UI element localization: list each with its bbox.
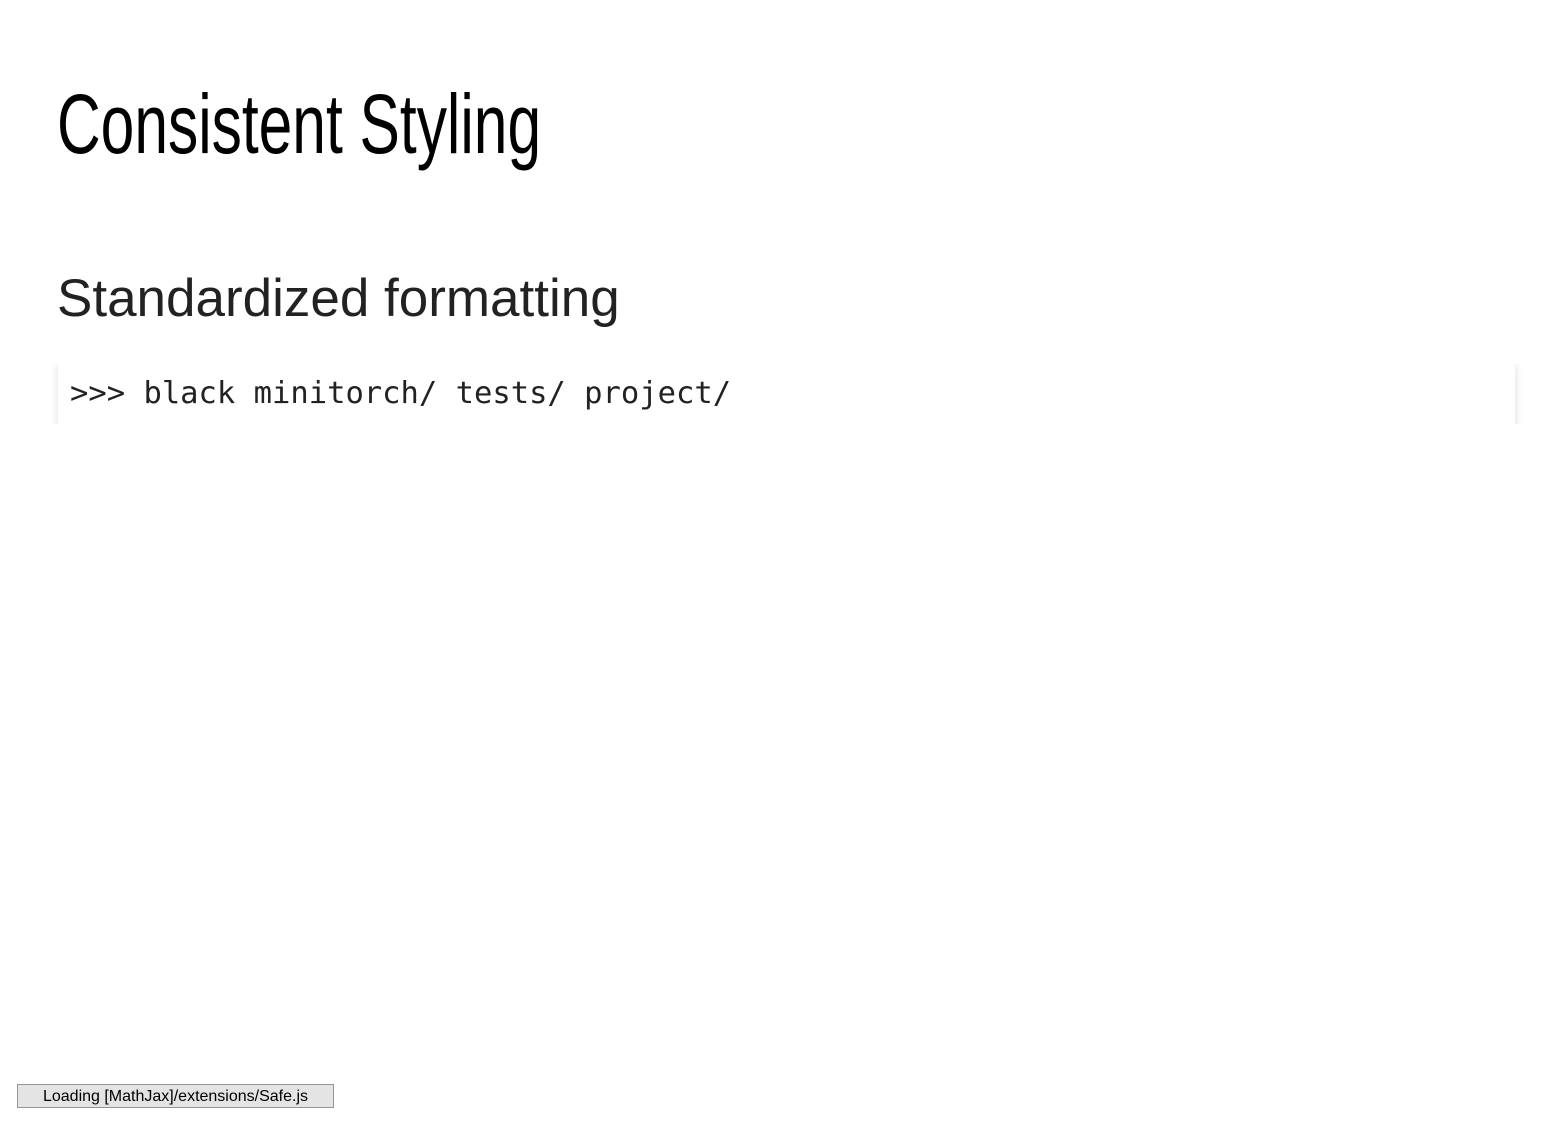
slide-subtitle: Standardized formatting — [57, 269, 620, 328]
slide-title: Consistent Styling — [57, 77, 542, 171]
code-block: >>> black minitorch/ tests/ project/ — [50, 364, 1522, 424]
code-text: >>> black minitorch/ tests/ project/ — [70, 376, 732, 411]
mathjax-loading-status: Loading [MathJax]/extensions/Safe.js — [17, 1084, 334, 1108]
code-block-box: >>> black minitorch/ tests/ project/ — [58, 364, 1515, 424]
